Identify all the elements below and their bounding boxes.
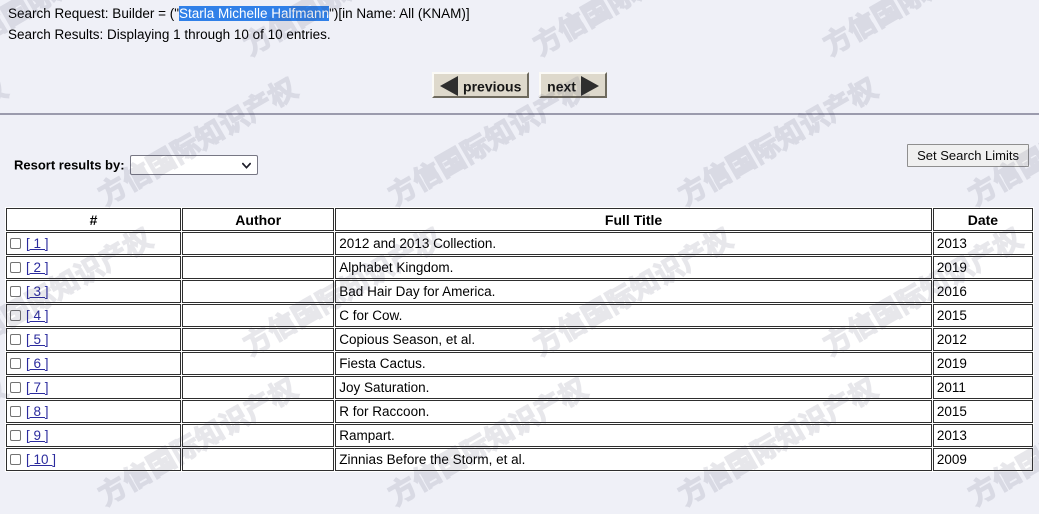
table-row: [ 7 ] Joy Saturation. 2011 — [6, 376, 1033, 399]
row-select-checkbox[interactable] — [10, 334, 21, 345]
row-number-cell: [ 4 ] — [6, 304, 182, 327]
author-cell — [182, 304, 335, 327]
row-select-checkbox[interactable] — [10, 382, 21, 393]
table-row: [ 2 ] Alphabet Kingdom. 2019 — [6, 256, 1033, 279]
row-number-cell: [ 3 ] — [6, 280, 182, 303]
watermark-text: 方信国际知识产权 — [815, 0, 1029, 62]
table-row: [ 1 ] 2012 and 2013 Collection. 2013 — [6, 232, 1033, 255]
row-number-cell: [ 8 ] — [6, 400, 182, 423]
full-title-cell: Rampart. — [335, 424, 932, 447]
row-number-cell: [ 10 ] — [6, 448, 182, 471]
date-cell: 2013 — [932, 232, 1033, 255]
record-number-link[interactable]: [ 8 ] — [26, 404, 49, 419]
row-select-checkbox[interactable] — [10, 286, 21, 297]
column-header-full-title[interactable]: Full Title — [335, 208, 932, 231]
resort-controls: Resort results by: — [14, 155, 258, 175]
full-title-cell: Alphabet Kingdom. — [335, 256, 932, 279]
search-summary: Search Request: Builder = ("Starla Miche… — [8, 3, 470, 45]
date-cell: 2012 — [932, 328, 1033, 351]
full-title-cell: Fiesta Cactus. — [335, 352, 932, 375]
row-select-checkbox[interactable] — [10, 430, 21, 441]
row-number-cell: [ 1 ] — [6, 232, 182, 255]
row-number-cell: [ 6 ] — [6, 352, 182, 375]
table-row: [ 10 ] Zinnias Before the Storm, et al. 20… — [6, 448, 1033, 471]
row-select-checkbox[interactable] — [10, 454, 21, 465]
record-number-link[interactable]: [ 2 ] — [26, 260, 49, 275]
row-number-cell: [ 2 ] — [6, 256, 182, 279]
author-cell — [182, 352, 335, 375]
row-select-checkbox[interactable] — [10, 358, 21, 369]
pagination-nav: previous next — [0, 72, 1039, 98]
column-header-date[interactable]: Date — [932, 208, 1033, 231]
record-number-link[interactable]: [ 10 ] — [26, 452, 56, 467]
set-search-limits-button[interactable]: Set Search Limits — [907, 144, 1029, 167]
record-number-link[interactable]: [ 9 ] — [26, 428, 49, 443]
search-request-prefix: Search Request: Builder = (" — [8, 6, 180, 21]
search-request-suffix: ")[in Name: All (KNAM)] — [329, 6, 470, 21]
column-header-author[interactable]: Author — [182, 208, 335, 231]
row-select-checkbox[interactable] — [10, 238, 21, 249]
search-results-table: # Author Full Title Date [ 1 ] 2012 and 2… — [5, 207, 1034, 472]
date-cell: 2011 — [932, 376, 1033, 399]
full-title-cell: Copious Season, et al. — [335, 328, 932, 351]
row-number-cell: [ 9 ] — [6, 424, 182, 447]
record-number-link[interactable]: [ 6 ] — [26, 356, 49, 371]
row-select-checkbox[interactable] — [10, 406, 21, 417]
author-cell — [182, 424, 335, 447]
triangle-right-icon — [580, 76, 599, 97]
next-button[interactable]: next — [539, 72, 607, 98]
record-number-link[interactable]: [ 3 ] — [26, 284, 49, 299]
full-title-cell: 2012 and 2013 Collection. — [335, 232, 932, 255]
full-title-cell: C for Cow. — [335, 304, 932, 327]
date-cell: 2015 — [932, 400, 1033, 423]
record-number-link[interactable]: [ 1 ] — [26, 236, 49, 251]
date-cell: 2015 — [932, 304, 1033, 327]
triangle-left-icon — [440, 76, 459, 97]
author-cell — [182, 448, 335, 471]
record-number-link[interactable]: [ 7 ] — [26, 380, 49, 395]
date-cell: 2009 — [932, 448, 1033, 471]
author-cell — [182, 280, 335, 303]
previous-button[interactable]: previous — [432, 72, 530, 98]
search-results-line: Search Results: Displaying 1 through 10 … — [8, 27, 331, 42]
author-cell — [182, 400, 335, 423]
author-cell — [182, 256, 335, 279]
chevron-down-icon — [241, 162, 251, 169]
column-header-number[interactable]: # — [6, 208, 182, 231]
previous-button-label: previous — [463, 78, 522, 95]
resort-results-selected-value — [131, 156, 257, 176]
search-request-highlighted-term[interactable]: Starla Michelle Halfmann — [179, 6, 330, 21]
watermark-text: 方信国际知识产权 — [525, 0, 739, 62]
record-number-link[interactable]: [ 4 ] — [26, 308, 49, 323]
row-select-checkbox[interactable] — [10, 310, 21, 321]
full-title-cell: Joy Saturation. — [335, 376, 932, 399]
resort-results-label: Resort results by: — [14, 157, 125, 173]
table-row: [ 4 ] C for Cow. 2015 — [6, 304, 1033, 327]
date-cell: 2016 — [932, 280, 1033, 303]
full-title-cell: Zinnias Before the Storm, et al. — [335, 448, 932, 471]
next-button-label: next — [547, 78, 576, 95]
row-select-checkbox[interactable] — [10, 262, 21, 273]
table-row: [ 6 ] Fiesta Cactus. 2019 — [6, 352, 1033, 375]
table-header-row: # Author Full Title Date — [6, 208, 1033, 231]
date-cell: 2019 — [932, 352, 1033, 375]
table-row: [ 5 ] Copious Season, et al. 2012 — [6, 328, 1033, 351]
table-row: [ 3 ] Bad Hair Day for America. 2016 — [6, 280, 1033, 303]
search-request-line: Search Request: Builder = ("Starla Miche… — [8, 3, 470, 24]
full-title-cell: R for Raccoon. — [335, 400, 932, 423]
author-cell — [182, 328, 335, 351]
record-number-link[interactable]: [ 5 ] — [26, 332, 49, 347]
author-cell — [182, 232, 335, 255]
resort-results-select[interactable] — [129, 155, 258, 176]
author-cell — [182, 376, 335, 399]
date-cell: 2019 — [932, 256, 1033, 279]
table-row: [ 8 ] R for Raccoon. 2015 — [6, 400, 1033, 423]
full-title-cell: Bad Hair Day for America. — [335, 280, 932, 303]
date-cell: 2013 — [932, 424, 1033, 447]
row-number-cell: [ 5 ] — [6, 328, 182, 351]
row-number-cell: [ 7 ] — [6, 376, 182, 399]
table-row: [ 9 ] Rampart. 2013 — [6, 424, 1033, 447]
section-divider — [0, 113, 1039, 115]
